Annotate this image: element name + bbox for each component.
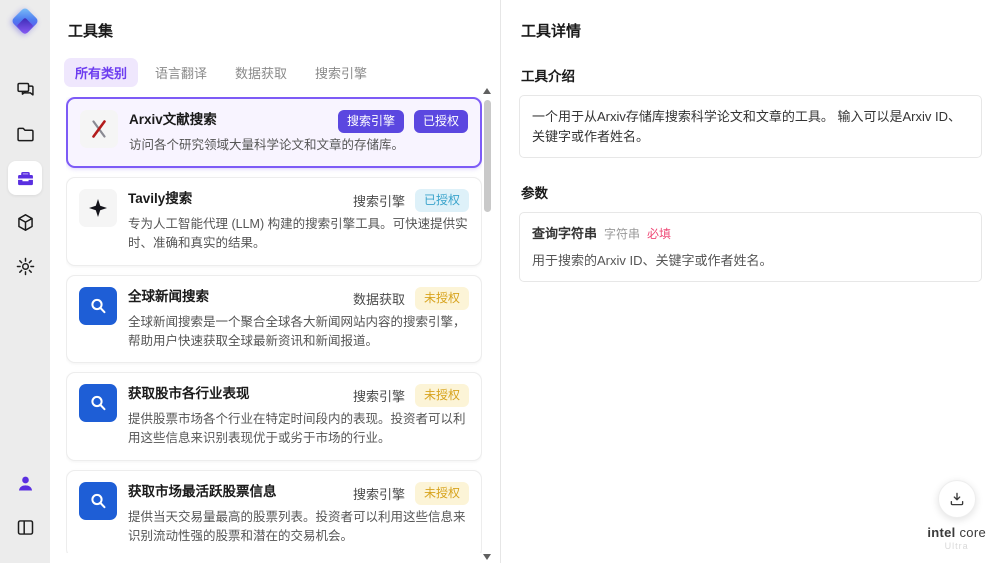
- tool-name: 获取市场最活跃股票信息: [128, 483, 277, 499]
- tab-all-categories[interactable]: 所有类别: [64, 58, 139, 87]
- scroll-down-arrow-icon[interactable]: [483, 554, 491, 560]
- intro-box: 一个用于从Arxiv存储库搜索科学论文和文章的工具。 输入可以是Arxiv ID…: [519, 95, 982, 158]
- panel-layout-icon[interactable]: [8, 510, 42, 544]
- param-required-badge: 必填: [647, 227, 672, 241]
- category-label: 数据获取: [352, 291, 405, 307]
- params-heading: 参数: [521, 186, 548, 201]
- tool-name: Tavily搜索: [128, 191, 193, 207]
- tab-language-translation[interactable]: 语言翻译: [144, 58, 218, 87]
- intel-core-sub-label: Ultra: [944, 541, 969, 551]
- app-window: 工具集 所有类别 语言翻译 数据获取 搜索引擎 Arxiv文献搜索 搜索引擎 已…: [0, 0, 1000, 563]
- intro-text: 一个用于从Arxiv存储库搜索科学论文和文章的工具。 输入可以是Arxiv ID…: [532, 109, 962, 144]
- list-scrollbar[interactable]: [482, 88, 492, 560]
- tool-name: 获取股市各行业表现: [128, 386, 250, 402]
- tool-card-active-stocks[interactable]: 获取市场最活跃股票信息 搜索引擎 未授权 提供当天交易量最高的股票列表。投资者可…: [66, 469, 482, 553]
- tool-card-arxiv[interactable]: Arxiv文献搜索 搜索引擎 已授权 访问各个研究领域大量科学论文和文章的存储库…: [66, 97, 482, 169]
- tool-description: 提供股票市场各个行业在特定时间段内的表现。投资者可以利用这些信息来识别表现优于或…: [128, 412, 466, 446]
- status-badge: 已授权: [413, 110, 468, 133]
- search-logo-icon: [79, 286, 117, 325]
- tool-description: 访问各个研究领域大量科学论文和文章的存储库。: [129, 137, 405, 152]
- category-label: 搜索引擎: [352, 194, 405, 210]
- tool-name: 全球新闻搜索: [128, 288, 209, 304]
- page-title: 工具集: [68, 23, 114, 40]
- category-label: 搜索引擎: [352, 389, 405, 405]
- category-badge: 搜索引擎: [337, 110, 404, 133]
- status-badge: 未授权: [414, 481, 469, 505]
- scroll-up-arrow-icon[interactable]: [483, 88, 491, 94]
- status-badge: 已授权: [414, 189, 469, 212]
- user-icon[interactable]: [8, 466, 42, 500]
- tab-search-engine[interactable]: 搜索引擎: [304, 58, 378, 87]
- tool-detail-panel: 工具详情 工具介绍 一个用于从Arxiv存储库搜索科学论文和文章的工具。 输入可…: [500, 0, 1000, 563]
- status-badge: 未授权: [414, 384, 469, 408]
- icon-rail: [0, 0, 50, 563]
- tool-card-list: Arxiv文献搜索 搜索引擎 已授权 访问各个研究领域大量科学论文和文章的存储库…: [66, 97, 482, 553]
- intro-heading: 工具介绍: [521, 69, 575, 84]
- tools-list-panel: 工具集 所有类别 语言翻译 数据获取 搜索引擎 Arxiv文献搜索 搜索引擎 已…: [50, 0, 500, 563]
- search-logo-icon: [79, 481, 117, 520]
- chat-icon[interactable]: [8, 73, 42, 107]
- tool-description: 提供当天交易量最高的股票列表。投资者可以利用这些信息来识别流动性强的股票和潜在的…: [128, 509, 466, 543]
- tool-description: 专为人工智能代理 (LLM) 构建的搜索引擎工具。可快速提供实时、准确和真实的结…: [128, 216, 468, 251]
- scrollbar-thumb[interactable]: [483, 100, 491, 212]
- corner-widgets: intel core Ultra: [927, 480, 986, 551]
- category-label: 搜索引擎: [352, 486, 405, 502]
- tool-name: Arxiv文献搜索: [129, 112, 217, 127]
- param-type: 字符串: [604, 227, 641, 241]
- tool-card-tavily[interactable]: Tavily搜索 搜索引擎 已授权 专为人工智能代理 (LLM) 构建的搜索引擎…: [66, 177, 482, 266]
- toolbox-icon[interactable]: [8, 161, 42, 195]
- category-tabs: 所有类别 语言翻译 数据获取 搜索引擎: [64, 58, 500, 87]
- detail-title: 工具详情: [521, 23, 582, 40]
- param-description: 用于搜索的Arxiv ID、关键字或作者姓名。: [532, 252, 773, 268]
- gear-icon[interactable]: [8, 249, 42, 283]
- tool-card-global-news[interactable]: 全球新闻搜索 数据获取 未授权 全球新闻搜索是一个聚合全球各大新闻网站内容的搜索…: [66, 274, 482, 364]
- cube-icon[interactable]: [8, 205, 42, 239]
- tab-data-acquisition[interactable]: 数据获取: [224, 58, 298, 87]
- search-logo-icon: [79, 384, 117, 423]
- param-name: 查询字符串: [532, 226, 598, 241]
- star-logo-icon: [79, 189, 117, 228]
- arxiv-logo-icon: [80, 110, 118, 148]
- status-badge: 未授权: [414, 286, 469, 310]
- intel-core-logo: intel core: [927, 525, 986, 540]
- folder-icon[interactable]: [8, 117, 42, 151]
- tool-card-sector-performance[interactable]: 获取股市各行业表现 搜索引擎 未授权 提供股票市场各个行业在特定时间段内的表现。…: [66, 372, 482, 461]
- download-button[interactable]: [937, 480, 976, 518]
- app-logo-icon: [8, 6, 42, 42]
- param-box: 查询字符串 字符串 必填 用于搜索的Arxiv ID、关键字或作者姓名。: [519, 212, 982, 282]
- tool-description: 全球新闻搜索是一个聚合全球各大新闻网站内容的搜索引擎，帮助用户快速获取全球最新资…: [128, 314, 466, 348]
